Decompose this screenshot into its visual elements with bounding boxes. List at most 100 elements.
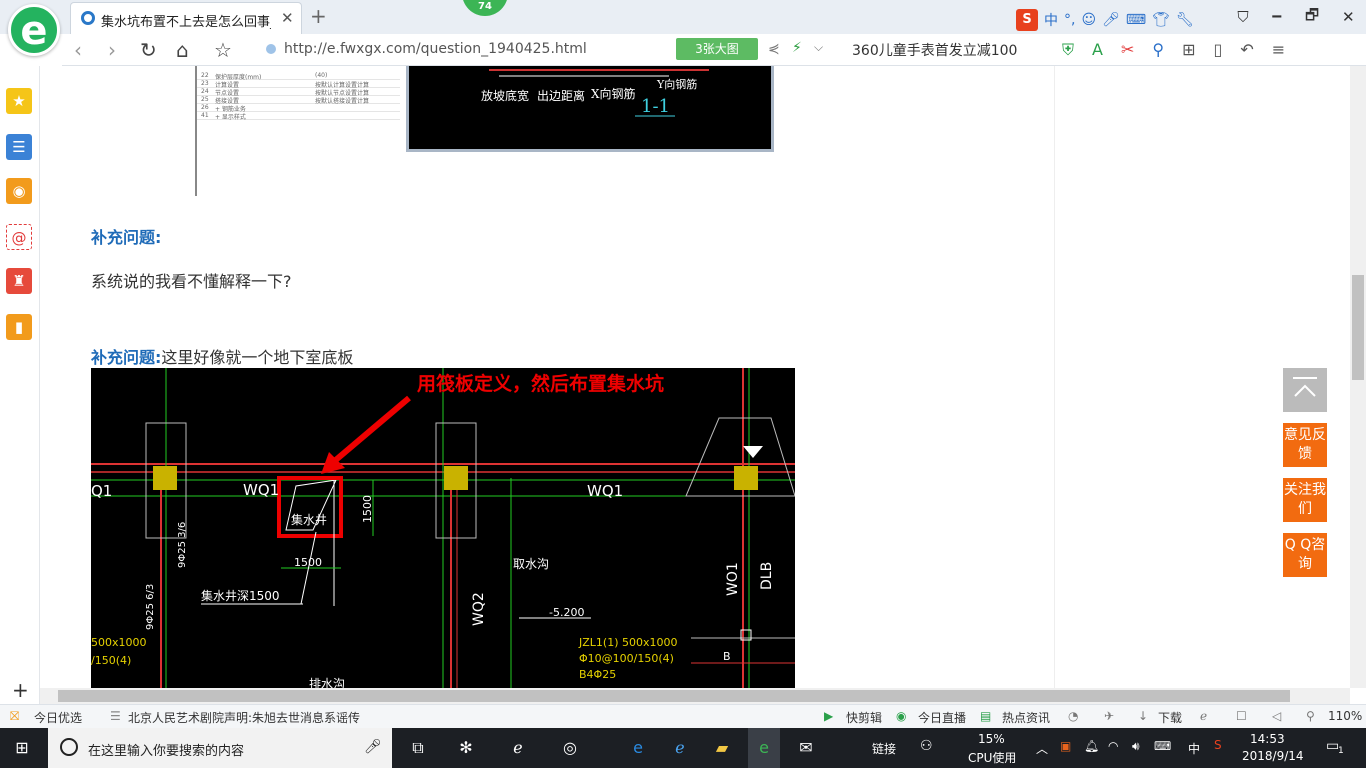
mic-icon[interactable]: 🎤︎ <box>364 739 382 755</box>
hot-news-link[interactable]: 热点资讯 <box>1002 709 1050 726</box>
clock-time[interactable]: 14:53 <box>1250 732 1285 746</box>
speed-icon[interactable]: ◔ <box>1068 709 1078 723</box>
promo-link[interactable]: 360儿童手表首发立减100 <box>852 40 1017 60</box>
shield-icon[interactable]: ⛨ <box>1062 40 1074 60</box>
ime-indicator[interactable]: 中 <box>1188 740 1200 757</box>
cad-plan-image: 用筏板定义，然后布置集水坑 Q1 WQ1 WQ1 集水井 1500 1500 集… <box>91 368 795 688</box>
scissors-icon[interactable]: ✂ <box>1121 40 1134 60</box>
lightning-icon[interactable]: ⚡︎ <box>792 40 802 56</box>
translate-icon[interactable]: A <box>1092 40 1103 60</box>
taskbar-search[interactable]: 在这里输入你要搜索的内容 🎤︎ <box>48 728 392 768</box>
undo-icon[interactable]: ↶ <box>1240 40 1253 60</box>
table-cell: 节点设置 <box>215 90 240 97</box>
table-cell: + 钢筋业务 <box>215 106 246 113</box>
keyboard-icon[interactable]: ⌨ <box>1154 739 1171 753</box>
pin-icon[interactable]: ✈︎ <box>1104 709 1114 723</box>
task-view-icon[interactable]: ⧉ <box>406 736 430 760</box>
ie-mode-icon[interactable]: ℯ <box>1200 709 1207 723</box>
menu-icon[interactable]: ≡ <box>1272 40 1285 60</box>
close-button[interactable]: ✕ <box>1342 8 1355 26</box>
forward-icon[interactable]: › <box>108 38 116 62</box>
chevron-down-icon[interactable]: ⌵ <box>814 40 823 55</box>
reader-icon[interactable]: ▮ <box>6 314 32 340</box>
people-icon[interactable]: ⚇ <box>920 738 933 754</box>
live-link[interactable]: 今日直播 <box>918 709 966 726</box>
tab-close-icon[interactable]: ✕ <box>281 9 294 27</box>
links-toolbar[interactable]: 链接 <box>872 740 896 757</box>
tab-active[interactable]: 集水坑布置不上去是怎么回事_广 ✕ <box>70 2 302 34</box>
supplement-label: 补充问题: <box>91 228 162 247</box>
tray-expand-icon[interactable]: ︿ <box>1036 740 1048 757</box>
restore-button[interactable]: 🗗 <box>1305 5 1319 30</box>
horizontal-scroll-thumb[interactable] <box>58 690 1290 702</box>
today-pick-link[interactable]: 今日优选 <box>34 709 82 726</box>
notification-bell-icon[interactable]: 🔔︎ <box>1084 739 1099 753</box>
volume-icon[interactable]: ◁ <box>1272 709 1281 723</box>
emoji-icon[interactable]: ☺ <box>1081 12 1096 28</box>
big-image-button[interactable]: 3张大图 <box>676 38 758 60</box>
site-info-icon[interactable] <box>266 44 276 54</box>
360-browser-taskbar-icon[interactable]: e <box>748 728 780 768</box>
zoom-icon[interactable]: ⚲ <box>1306 709 1315 723</box>
cad2-bars: B4Φ25 <box>579 668 616 681</box>
back-icon[interactable]: ‹ <box>74 38 82 62</box>
wifi-icon[interactable]: ◠ <box>1108 739 1118 753</box>
ime-lang[interactable]: 中 <box>1044 10 1058 30</box>
sogou-icon[interactable]: S <box>1016 9 1038 31</box>
fan-app-icon[interactable]: ✻ <box>454 736 478 760</box>
share-icon[interactable]: ⋞ <box>768 41 780 57</box>
cad2-wo1: WO1 <box>725 562 741 596</box>
new-tab-button[interactable]: + <box>310 4 327 28</box>
skin-icon[interactable]: 👕︎ <box>1152 12 1170 28</box>
search-icon[interactable]: ⚲ <box>1152 40 1164 60</box>
minimize-button[interactable]: 🗕 <box>1272 5 1283 30</box>
follow-us-button[interactable]: 关注我们 <box>1283 478 1327 522</box>
system-tray: 链接 ⚇ 15% CPU使用 ︿ ▣ 🔔︎ ◠ 🔊︎ ⌨ 中 S 14:53 2… <box>870 728 1366 768</box>
back-to-top-button[interactable] <box>1283 368 1327 412</box>
table-cell: + 显示样式 <box>215 114 246 121</box>
feedback-button[interactable]: 意见反馈 <box>1283 423 1327 467</box>
spiral-app-icon[interactable]: ◎ <box>558 736 582 760</box>
tools-icon[interactable]: 🔧︎ <box>1176 12 1194 28</box>
app-tray-icon[interactable]: ▣ <box>1060 739 1071 753</box>
sogou-tray-icon[interactable]: S <box>1214 738 1222 752</box>
keyboard-icon[interactable]: ⌨ <box>1126 12 1146 28</box>
windows-start-icon[interactable]: ⊞ <box>10 736 34 760</box>
ie-icon[interactable]: ℯ <box>668 736 692 760</box>
ime-punct[interactable]: °, <box>1064 12 1075 28</box>
page-content: 22 保护层厚度(mm) (40) 23 计算设置 按默认计算设置计算 24 节点设置 按默… <box>40 66 1054 688</box>
game-icon[interactable]: ♜ <box>6 268 32 294</box>
file-explorer-icon[interactable]: ▰ <box>710 736 734 760</box>
volume-icon[interactable]: 🔊︎ <box>1132 739 1140 754</box>
table-cell: 计算设置 <box>215 82 240 89</box>
edge-icon[interactable]: e <box>626 736 650 760</box>
ime-toolbar[interactable]: S 中 °, ☺ 🎤︎ ⌨ 👕︎ 🔧︎ <box>1016 8 1226 32</box>
shirt-icon[interactable]: ⛉ <box>1237 8 1248 26</box>
mic-icon[interactable]: 🎤︎ <box>1102 12 1120 28</box>
star-icon[interactable]: ☆ <box>214 38 232 62</box>
news-icon[interactable]: ☰ <box>6 134 32 160</box>
home-icon[interactable]: ⌂ <box>176 38 189 62</box>
url-text[interactable]: http://e.fwxgx.com/question_1940425.html <box>284 41 587 57</box>
navigation-bar: ‹ › ↻ ⌂ ☆ http://e.fwxgx.com/question_19… <box>62 34 1366 66</box>
refresh-icon[interactable]: ↻ <box>140 38 157 62</box>
apps-icon[interactable]: ⊞ <box>1182 40 1195 60</box>
quick-cut-link[interactable]: 快剪辑 <box>846 709 882 726</box>
search-placeholder[interactable]: 在这里输入你要搜索的内容 <box>88 740 244 759</box>
edge-legacy-icon[interactable]: ℯ <box>506 736 530 760</box>
vertical-scroll-thumb[interactable] <box>1352 275 1364 380</box>
clock-date[interactable]: 2018/9/14 <box>1242 749 1304 763</box>
headline-link[interactable]: 北京人民艺术剧院声明:朱旭去世消息系谣传 <box>128 709 360 726</box>
sidebar-add-button[interactable]: + <box>12 678 29 702</box>
cut-icon: ▶ <box>824 709 834 723</box>
mail-icon[interactable]: ✉ <box>794 736 818 760</box>
download-link[interactable]: 下载 <box>1158 709 1182 726</box>
zoom-level[interactable]: 110% <box>1328 709 1362 723</box>
browser-logo-icon[interactable]: e <box>8 4 60 56</box>
favorites-icon[interactable]: ★ <box>6 88 32 114</box>
weibo-icon[interactable]: ◉ <box>6 178 32 204</box>
email-icon[interactable]: @ <box>6 224 32 250</box>
phone-icon[interactable]: ▯ <box>1214 40 1223 60</box>
window-icon[interactable]: ☐ <box>1236 709 1247 723</box>
qq-consult-button[interactable]: Q Q咨询 <box>1283 533 1327 577</box>
